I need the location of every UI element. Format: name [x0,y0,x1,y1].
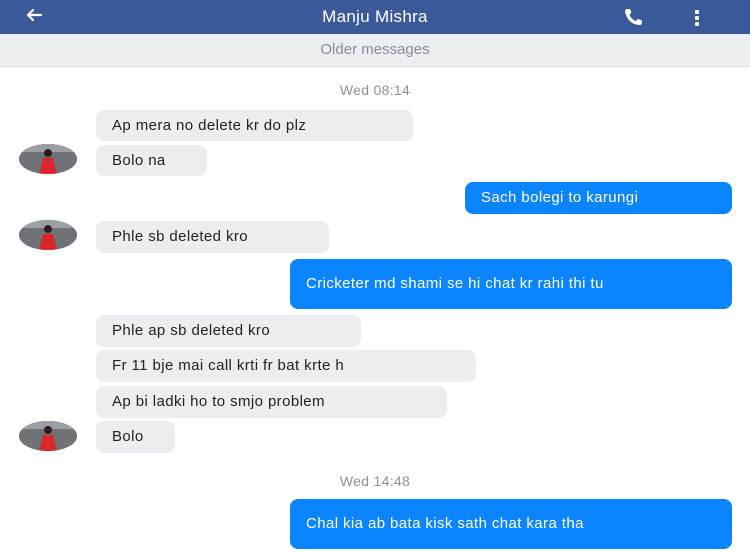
message-timestamp: Wed 14:48 [339,473,411,489]
message-timestamp: Wed 08:14 [339,82,411,98]
message-bubble-outgoing[interactable]: Cricketer md shami se hi chat kr rahi th… [290,259,732,309]
message-bubble-incoming[interactable]: Fr 11 bje mai call krti fr bat krte h [96,350,476,382]
conversation-header: Manju Mishra [0,0,750,34]
contact-avatar[interactable] [19,144,77,174]
older-messages-link[interactable]: Older messages [0,34,750,67]
message-bubble-outgoing[interactable]: Sach bolegi to karungi [465,182,732,214]
more-vertical-icon[interactable] [690,8,704,28]
phone-icon[interactable] [622,6,648,28]
message-bubble-incoming[interactable]: Phle ap sb deleted kro [96,315,361,347]
message-bubble-incoming[interactable]: Ap bi ladki ho to smjo problem [96,386,447,418]
message-bubble-outgoing[interactable]: Chal kia ab bata kisk sath chat kara tha [290,499,732,549]
contact-avatar[interactable] [19,421,77,451]
message-bubble-incoming[interactable]: Ap mera no delete kr do plz [96,110,413,141]
message-bubble-incoming[interactable]: Bolo na [96,145,207,176]
message-bubble-incoming[interactable]: Phle sb deleted kro [96,221,329,253]
message-bubble-incoming[interactable]: Bolo [96,421,175,453]
contact-avatar[interactable] [19,220,77,250]
